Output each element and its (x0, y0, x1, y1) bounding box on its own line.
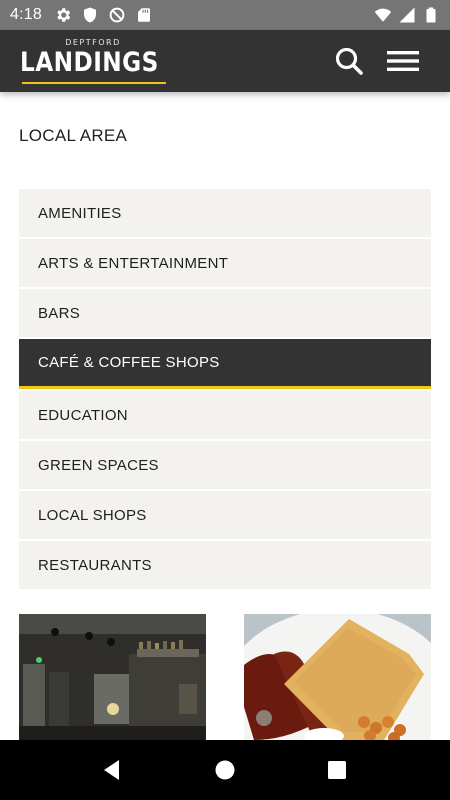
menu-button[interactable] (386, 44, 420, 78)
search-button[interactable] (332, 44, 366, 78)
category-item-restaurants[interactable]: RESTAURANTS (19, 541, 431, 589)
category-label: EDUCATION (38, 406, 128, 424)
category-label: CAFÉ & COFFEE SHOPS (38, 354, 220, 371)
home-icon (215, 760, 235, 780)
category-label: BARS (38, 304, 81, 322)
page-title: LOCAL AREA (19, 126, 128, 145)
hamburger-menu-icon (387, 51, 419, 71)
back-button[interactable] (96, 754, 128, 786)
category-item-arts-entertainment[interactable]: ARTS & ENTERTAINMENT (19, 239, 431, 287)
status-left-icons (54, 6, 153, 24)
category-item-amenities[interactable]: AMENITIES (19, 189, 431, 237)
back-icon (104, 760, 119, 780)
gear-icon (57, 8, 71, 22)
logo-title: LANDINGS (20, 47, 159, 78)
category-label: ARTS & ENTERTAINMENT (38, 254, 229, 272)
category-item-green-spaces[interactable]: GREEN SPACES (19, 441, 431, 489)
cafe-interior-image (19, 614, 206, 740)
status-bar: 4:18 (0, 0, 450, 30)
status-right-icons (374, 6, 440, 24)
no-sync-icon (109, 7, 125, 23)
cell-signal-icon (399, 7, 415, 23)
category-label: RESTAURANTS (38, 556, 152, 574)
breakfast-plate-image (244, 614, 431, 740)
category-item-local-shops[interactable]: LOCAL SHOPS (19, 491, 431, 539)
home-button[interactable] (209, 754, 241, 786)
status-time: 4:18 (10, 6, 42, 23)
category-item-education[interactable]: EDUCATION (19, 391, 431, 439)
app-header: DEPTFORD LANDINGS (0, 30, 450, 92)
category-label: AMENITIES (38, 204, 122, 222)
category-label: LOCAL SHOPS (38, 506, 147, 524)
logo-subtitle: DEPTFORD (65, 38, 121, 47)
category-item-cafe-coffee-shops[interactable]: CAFÉ & COFFEE SHOPS (19, 339, 431, 389)
breakfast-plate-photo[interactable] (244, 614, 431, 740)
shield-icon (83, 7, 96, 23)
wifi-icon (374, 8, 392, 22)
search-icon (335, 47, 363, 75)
cafe-interior-photo[interactable] (19, 614, 206, 740)
logo-underline (22, 82, 166, 84)
sd-card-icon (137, 8, 150, 22)
nav-bar (0, 740, 450, 800)
category-label: GREEN SPACES (38, 456, 159, 474)
recents-icon (328, 761, 346, 779)
logo[interactable]: DEPTFORD LANDINGS (20, 36, 170, 86)
category-item-bars[interactable]: BARS (19, 289, 431, 337)
battery-icon (426, 7, 436, 23)
recents-button[interactable] (321, 754, 353, 786)
category-list: AMENITIES ARTS & ENTERTAINMENT BARS CAFÉ… (19, 189, 431, 591)
